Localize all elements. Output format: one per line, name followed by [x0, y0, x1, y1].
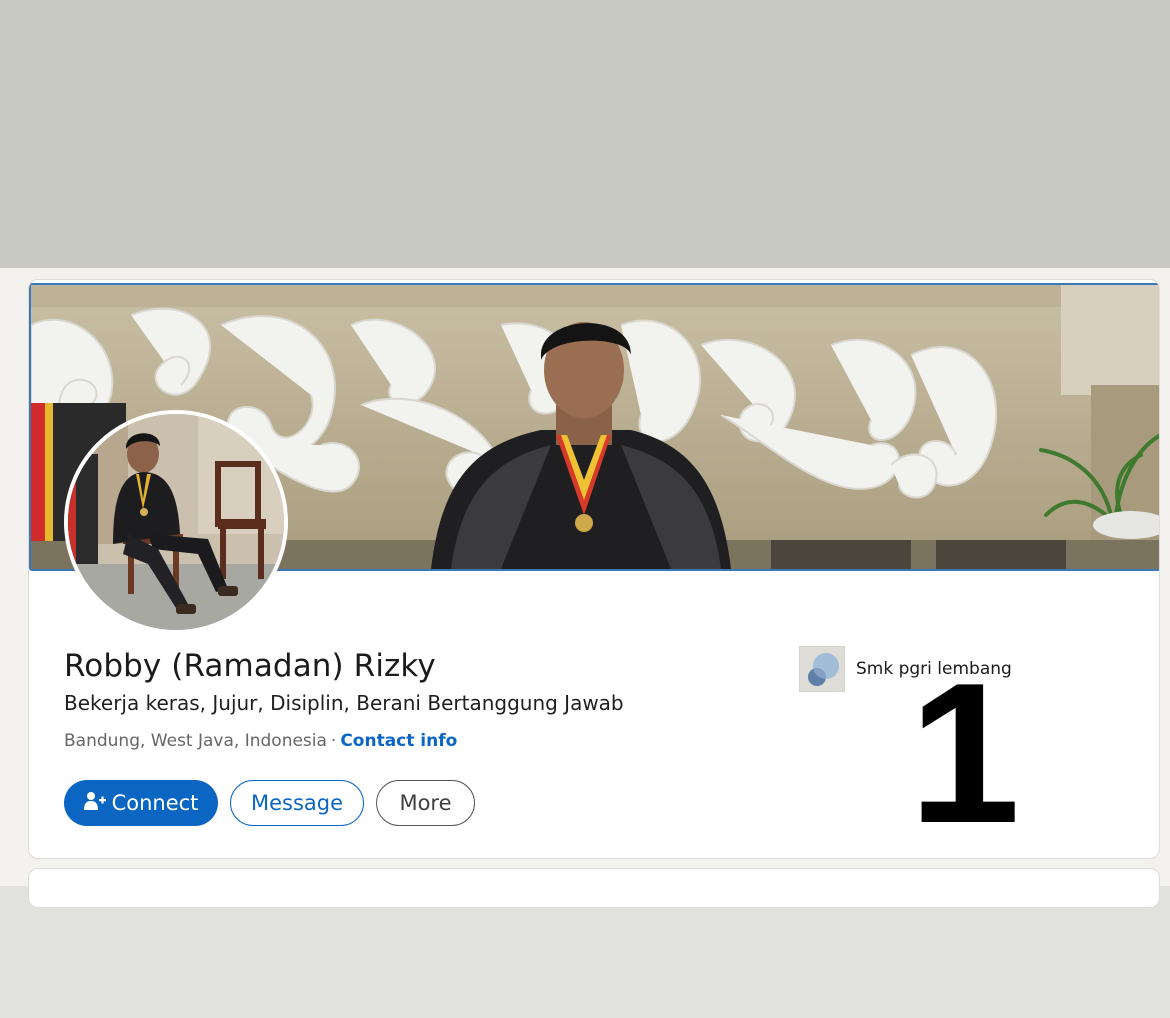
- add-person-icon: [83, 791, 106, 816]
- separator-dot: ·: [330, 731, 337, 751]
- profile-name: Robby (Ramadan) Rizky: [64, 648, 436, 684]
- profile-actions: Connect Message More: [64, 780, 475, 826]
- message-button[interactable]: Message: [230, 780, 364, 826]
- location-row: Bandung, West Java, Indonesia · Contact in…: [64, 731, 457, 751]
- next-section-card: [28, 868, 1160, 908]
- contact-info-link[interactable]: Contact info: [340, 731, 457, 751]
- profile-photo-image: [68, 414, 284, 630]
- connect-button[interactable]: Connect: [64, 780, 218, 826]
- connect-label: Connect: [111, 791, 199, 815]
- more-button[interactable]: More: [376, 780, 475, 826]
- profile-location: Bandung, West Java, Indonesia: [64, 731, 327, 751]
- top-letterbox: [0, 0, 1170, 268]
- overlay-number: 1: [909, 642, 1021, 859]
- school-logo-placeholder-icon: [799, 646, 845, 692]
- profile-photo[interactable]: [64, 410, 288, 634]
- profile-headline: Bekerja keras, Jujur, Disiplin, Berani B…: [64, 691, 624, 715]
- profile-card: Robby (Ramadan) Rizky Bekerja keras, Juj…: [28, 279, 1160, 859]
